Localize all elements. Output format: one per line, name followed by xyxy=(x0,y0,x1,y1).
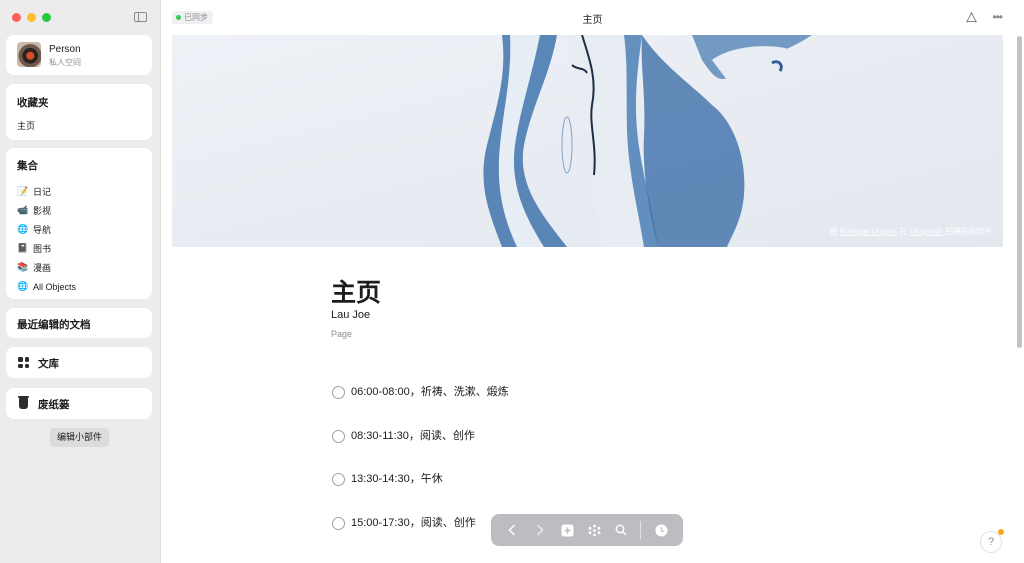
clock-history-icon[interactable] xyxy=(653,522,669,538)
profile-subtitle: 私人空间 xyxy=(49,58,81,67)
library-card[interactable]: 文库 xyxy=(6,347,152,378)
todo-text[interactable]: 08:30-11:30，阅读、创作 xyxy=(351,428,475,445)
cover-credit: 由 Kristaps Ungurs 在 Unsplash 拍摄的的照片 xyxy=(830,226,993,237)
collection-item[interactable]: 🌐 导航 xyxy=(17,220,76,239)
document-title: 主页 xyxy=(582,15,603,26)
collections-card: 集合 📝 日记 📹 影视 🌐 导航 📓 图书 📚 漫画 🌐 All Objects xyxy=(6,148,152,299)
todo-checkbox[interactable] xyxy=(332,386,345,399)
profile-name: Person xyxy=(49,44,81,55)
todo-item: 13:30-14:30，午休 xyxy=(332,471,509,515)
globe-icon: 🌐 xyxy=(17,224,29,234)
cover-image[interactable]: 由 Kristaps Ungurs 在 Unsplash 拍摄的的照片 xyxy=(172,35,1003,247)
favorites-item-home[interactable]: 主页 xyxy=(17,119,35,132)
todo-text[interactable]: 15:00-17:30，阅读、创作 xyxy=(351,515,476,532)
collection-item[interactable]: 📹 影视 xyxy=(17,201,76,220)
search-icon[interactable] xyxy=(613,522,629,538)
collection-label: All Objects xyxy=(33,281,77,292)
collection-item[interactable]: 🌐 All Objects xyxy=(17,277,76,296)
todo-item: 08:30-11:30，阅读、创作 xyxy=(332,428,509,472)
cover-artwork xyxy=(172,35,1003,247)
todo-item: 06:00-08:00，祈祷、洗漱、煅炼 xyxy=(332,384,509,428)
todo-checkbox[interactable] xyxy=(332,429,345,443)
library-title: 文库 xyxy=(38,358,59,370)
more-options-icon[interactable]: ••• xyxy=(992,10,1003,24)
collections-title: 集合 xyxy=(17,160,38,172)
collection-label: 图书 xyxy=(33,244,52,254)
back-arrow-icon[interactable] xyxy=(504,522,520,538)
trash-card[interactable]: 废纸篓 xyxy=(6,388,152,419)
minimize-window-button[interactable] xyxy=(27,13,36,22)
favorites-title: 收藏夹 xyxy=(17,97,49,109)
todo-list: 06:00-08:00，祈祷、洗漱、煅炼 08:30-11:30，阅读、创作 1… xyxy=(332,384,509,558)
collection-label: 导航 xyxy=(33,225,52,235)
toolbar-divider xyxy=(640,521,641,539)
graph-dots-icon[interactable] xyxy=(586,522,602,538)
todo-text[interactable]: 13:30-14:30，午休 xyxy=(351,471,443,488)
collections-list: 📝 日记 📹 影视 🌐 导航 📓 图书 📚 漫画 🌐 All Objects xyxy=(17,182,76,296)
credit-suffix: 拍摄的的照片 xyxy=(945,227,993,236)
topbar: 已同步 主页 ••• xyxy=(161,0,1024,35)
edit-widgets-button[interactable]: 编辑小部件 xyxy=(50,428,110,447)
scrollbar-thumb[interactable] xyxy=(1017,36,1022,348)
library-grid-icon xyxy=(18,357,29,368)
toggle-sidebar-icon[interactable] xyxy=(134,12,147,22)
trash-bin-icon xyxy=(18,396,29,409)
notification-dot xyxy=(998,529,1004,535)
notebook-icon: 📝 xyxy=(17,186,29,196)
credit-prefix: 由 xyxy=(829,227,838,236)
books-icon: 📚 xyxy=(17,262,29,272)
collection-item[interactable]: 📝 日记 xyxy=(17,182,76,201)
todo-checkbox[interactable] xyxy=(332,516,345,530)
profile-card[interactable]: Person 私人空间 xyxy=(6,35,152,75)
credit-author-link[interactable]: Kristaps Ungurs xyxy=(840,227,897,236)
page-type: Page xyxy=(331,329,353,339)
avatar xyxy=(17,42,41,67)
collection-label: 影视 xyxy=(33,206,52,216)
add-plus-icon[interactable] xyxy=(559,522,575,538)
share-graph-icon[interactable] xyxy=(966,12,977,23)
collection-label: 日记 xyxy=(33,187,52,197)
globe-icon: 🌐 xyxy=(17,281,29,291)
floating-toolbar xyxy=(491,514,683,546)
video-camera-icon: 📹 xyxy=(17,205,29,215)
collection-label: 漫画 xyxy=(33,263,52,273)
credit-site-link[interactable]: Unsplash xyxy=(909,227,942,236)
page-title[interactable]: 主页 xyxy=(331,273,381,309)
collection-item[interactable]: 📓 图书 xyxy=(17,239,76,258)
todo-item: 15:00-17:30，阅读、创作 xyxy=(332,515,509,559)
zoom-window-button[interactable] xyxy=(42,13,51,22)
credit-mid: 在 xyxy=(899,227,908,236)
recent-docs-title: 最近编辑的文档 xyxy=(17,319,91,331)
recent-docs-card[interactable]: 最近编辑的文档 xyxy=(6,308,152,338)
forward-arrow-icon[interactable] xyxy=(532,522,548,538)
favorites-card: 收藏夹 主页 xyxy=(6,84,152,140)
window-controls xyxy=(12,13,51,22)
trash-title: 废纸篓 xyxy=(38,399,70,411)
close-window-button[interactable] xyxy=(12,13,21,22)
page-author[interactable]: Lau Joe xyxy=(331,309,370,321)
todo-text[interactable]: 06:00-08:00，祈祷、洗漱、煅炼 xyxy=(351,384,509,401)
sidebar: Person 私人空间 收藏夹 主页 集合 📝 日记 📹 影视 🌐 导航 📓 图书 📚 漫… xyxy=(0,0,161,563)
todo-checkbox[interactable] xyxy=(332,473,345,487)
book-icon: 📓 xyxy=(17,243,29,253)
collection-item[interactable]: 📚 漫画 xyxy=(17,258,76,277)
